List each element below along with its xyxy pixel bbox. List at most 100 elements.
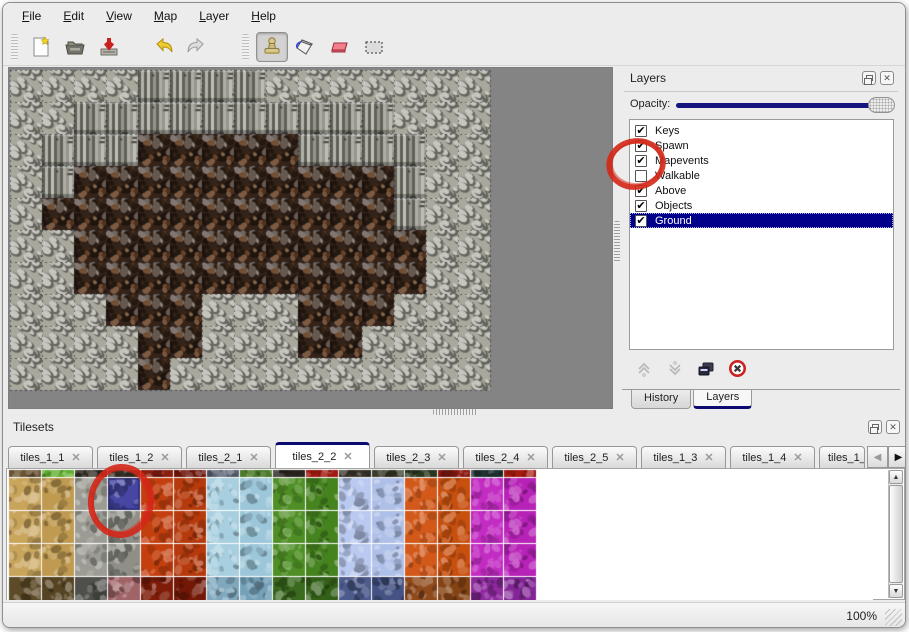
opacity-row: Opacity: <box>622 95 900 115</box>
tileset-tabs: tiles_1_1✕tiles_1_2✕tiles_2_1✕tiles_2_2✕… <box>8 442 867 468</box>
menu-view[interactable]: View <box>95 7 143 25</box>
float-panel-button[interactable] <box>868 420 882 434</box>
tileset-tab-tiles_1_4[interactable]: tiles_1_4✕ <box>730 446 815 468</box>
opacity-label: Opacity: <box>630 98 670 110</box>
save-map-button[interactable] <box>93 32 125 62</box>
layer-row-walkable[interactable]: Walkable <box>630 168 893 183</box>
layer-row-objects[interactable]: ✔ Objects <box>630 198 893 213</box>
close-panel-button[interactable]: ✕ <box>880 71 894 85</box>
tab-close-icon[interactable]: ✕ <box>704 451 713 464</box>
layer-row-keys[interactable]: ✔ Keys <box>630 123 893 138</box>
tileset-tab-tiles_2_4[interactable]: tiles_2_4✕ <box>463 446 548 468</box>
tileset-palette-canvas[interactable] <box>7 469 873 600</box>
layer-checkbox-objects[interactable]: ✔ <box>635 200 647 212</box>
tileset-tab-tiles_2_2[interactable]: tiles_2_2✕ <box>275 442 370 468</box>
delete-layer-button[interactable] <box>728 359 747 383</box>
menu-layer[interactable]: Layer <box>188 7 240 25</box>
fill-tool-button[interactable] <box>290 32 322 62</box>
toolbar-drag-handle-2[interactable] <box>242 34 249 60</box>
tab-label: tiles_1_ <box>828 452 865 464</box>
scroll-up-button[interactable]: ▲ <box>889 470 903 484</box>
tab-close-icon[interactable]: ✕ <box>249 451 258 464</box>
undo-button[interactable] <box>147 32 179 62</box>
tileset-tab-tiles_2_5[interactable]: tiles_2_5✕ <box>552 446 637 468</box>
stamp-tool-button[interactable] <box>256 32 288 62</box>
tab-close-icon[interactable]: ✕ <box>526 451 535 464</box>
layer-checkbox-ground[interactable]: ✔ <box>635 215 647 227</box>
tileset-tab-bar: tiles_1_1✕tiles_1_2✕tiles_2_1✕tiles_2_2✕… <box>5 442 906 468</box>
tab-label: tiles_1_2 <box>109 452 153 464</box>
tileset-tab-tiles_1_3[interactable]: tiles_1_3 ✕ <box>641 446 726 468</box>
splitter-grip[interactable] <box>614 221 620 263</box>
save-icon <box>97 35 121 59</box>
tab-label: tiles_1_1 <box>20 452 64 464</box>
layers-panel-titlebar: Layers ✕ <box>622 67 900 89</box>
tab-history[interactable]: History <box>631 390 691 409</box>
layers-panel-title: Layers <box>622 71 666 85</box>
tileset-tab-tiles_1_[interactable]: tiles_1_ <box>819 446 865 468</box>
tab-scroll-right-button[interactable]: ▶ <box>888 446 906 468</box>
tab-close-icon[interactable]: ✕ <box>160 451 169 464</box>
tab-close-icon[interactable]: ✕ <box>343 450 352 463</box>
scrollbar-thumb[interactable] <box>889 485 903 583</box>
opacity-slider[interactable] <box>676 95 895 115</box>
layer-row-above[interactable]: ✔ Above <box>630 183 893 198</box>
layer-checkbox-keys[interactable]: ✔ <box>635 125 647 137</box>
move-layer-up-button[interactable] <box>635 360 653 383</box>
splitter-grip[interactable] <box>433 409 477 415</box>
tilesets-panel-title: Tilesets <box>5 420 54 434</box>
layer-label: Keys <box>655 125 679 137</box>
tab-close-icon[interactable]: ✕ <box>437 451 446 464</box>
float-panel-button[interactable] <box>862 71 876 85</box>
tab-layers[interactable]: Layers <box>693 390 752 409</box>
tilesets-panel-titlebar: Tilesets ✕ <box>5 416 906 438</box>
menu-file[interactable]: File <box>11 7 52 25</box>
layer-list: ✔Keys✔Spawn✔MapeventsWalkable✔Above✔Obje… <box>629 119 894 350</box>
tileset-tab-tiles_2_3[interactable]: tiles_2_3✕ <box>374 446 459 468</box>
opacity-slider-handle[interactable] <box>868 97 895 113</box>
tab-label: tiles_1_3 <box>653 452 697 464</box>
layer-row-mapevents[interactable]: ✔Mapevents <box>630 153 893 168</box>
layer-label: Objects <box>655 200 692 212</box>
move-up-icon <box>635 360 653 378</box>
tileset-tab-tiles_1_2[interactable]: tiles_1_2 ✕ <box>97 446 182 468</box>
move-layer-down-button[interactable] <box>666 360 684 383</box>
new-file-icon <box>29 35 53 59</box>
stamp-icon <box>260 35 284 59</box>
toolbar-drag-handle[interactable] <box>11 34 18 60</box>
tileset-tab-tiles_1_1[interactable]: tiles_1_1 ✕ <box>8 446 93 468</box>
layer-checkbox-above[interactable]: ✔ <box>635 185 647 197</box>
scroll-down-button[interactable]: ▼ <box>889 584 903 598</box>
layer-row-spawn[interactable]: ✔Spawn <box>630 138 893 153</box>
layer-checkbox-walkable[interactable] <box>635 170 647 182</box>
layer-checkbox-spawn[interactable]: ✔ <box>635 140 647 152</box>
rect-select-icon <box>361 35 387 59</box>
eraser-tool-button[interactable] <box>324 32 356 62</box>
new-map-button[interactable] <box>25 32 57 62</box>
tab-close-icon[interactable]: ✕ <box>71 451 80 464</box>
tileset-tab-tiles_2_1[interactable]: tiles_2_1✕ <box>186 446 271 468</box>
layer-checkbox-mapevents[interactable]: ✔ <box>635 155 647 167</box>
layer-label: Above <box>655 185 686 197</box>
duplicate-layer-button[interactable] <box>697 360 715 383</box>
open-folder-icon <box>63 35 87 59</box>
redo-button[interactable] <box>181 32 213 62</box>
tileset-scrollbar[interactable]: ▲ ▼ <box>888 470 903 598</box>
vertical-splitter[interactable] <box>613 66 622 409</box>
opacity-slider-track[interactable] <box>676 103 893 108</box>
app-window: FileEditViewMapLayerHelp <box>2 2 906 628</box>
menu-map[interactable]: Map <box>143 7 188 25</box>
paint-bucket-icon <box>293 35 319 59</box>
tab-scroll-left-button[interactable]: ◀ <box>867 446 888 468</box>
map-canvas[interactable] <box>9 68 612 408</box>
tilesets-panel: Tilesets ✕ tiles_1_1✕tiles_1_2✕tiles_2_1… <box>5 416 906 602</box>
open-map-button[interactable] <box>59 32 91 62</box>
layer-row-ground[interactable]: ✔Ground <box>630 213 893 228</box>
menu-edit[interactable]: Edit <box>52 7 95 25</box>
menu-help[interactable]: Help <box>240 7 287 25</box>
rect-select-tool-button[interactable] <box>358 32 390 62</box>
tab-close-icon[interactable]: ✕ <box>615 451 624 464</box>
resize-grip[interactable] <box>885 609 902 626</box>
tab-close-icon[interactable]: ✕ <box>793 451 802 464</box>
close-panel-button[interactable]: ✕ <box>886 420 900 434</box>
